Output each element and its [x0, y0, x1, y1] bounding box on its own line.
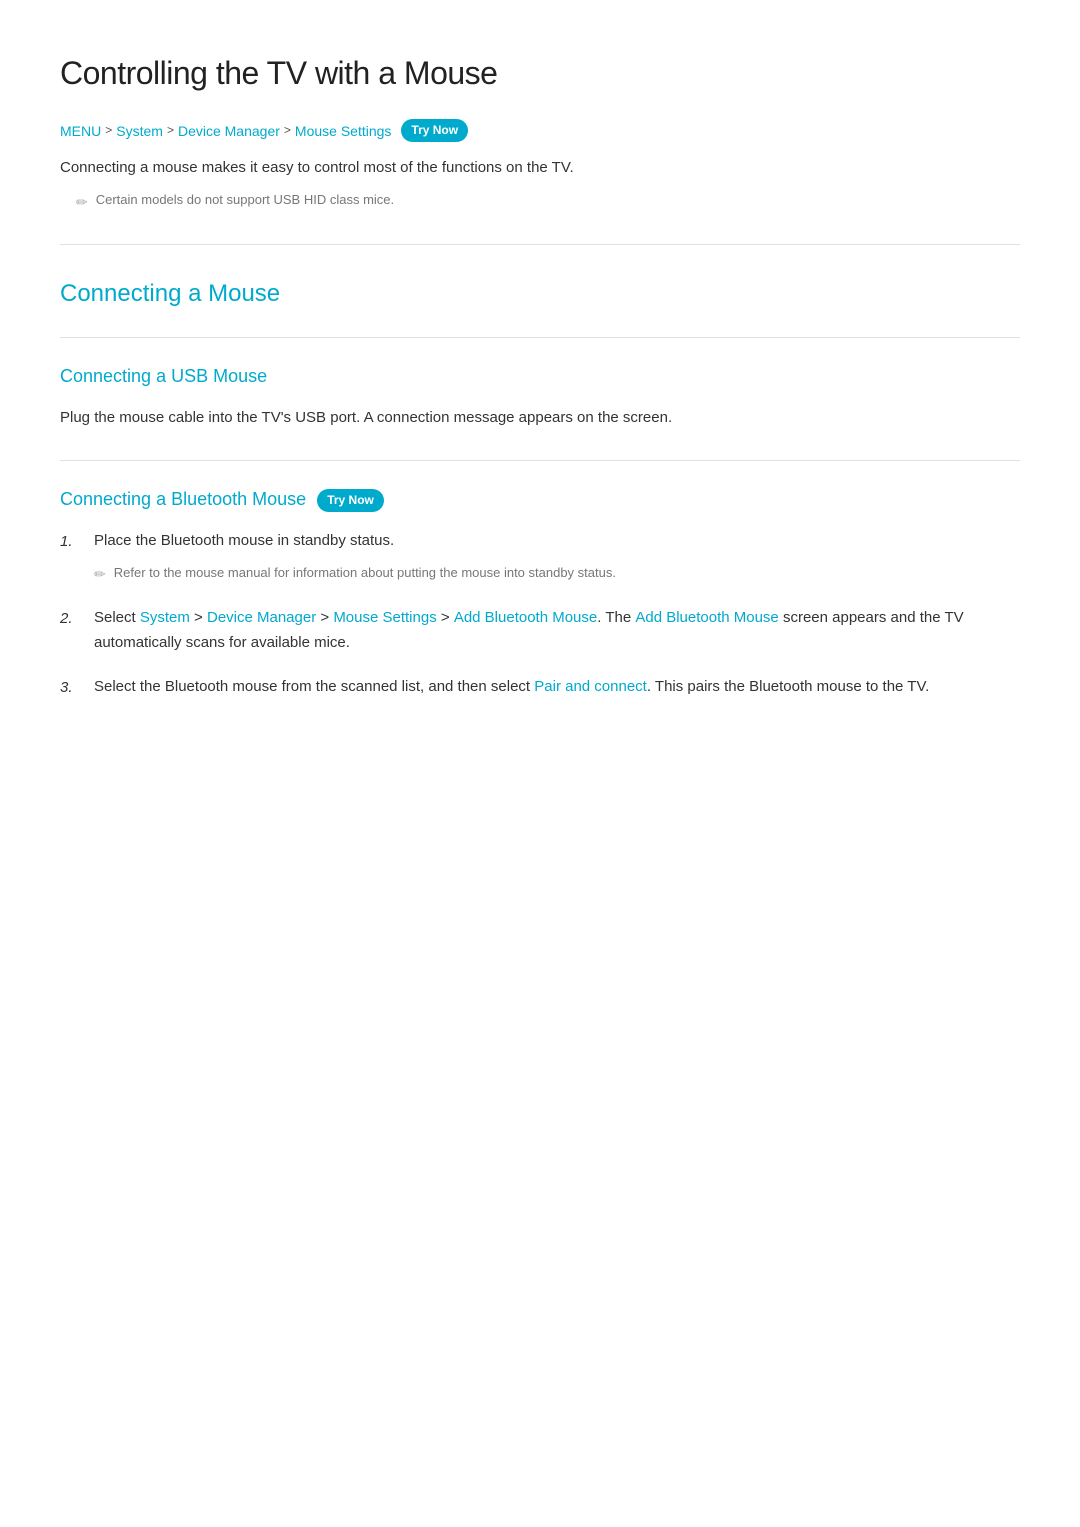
- try-now-badge-header[interactable]: Try Now: [401, 119, 468, 142]
- list-item: Place the Bluetooth mouse in standby sta…: [60, 528, 1020, 586]
- step-1-note-icon: ✏: [94, 563, 106, 587]
- link-device-manager[interactable]: Device Manager: [207, 609, 316, 626]
- bluetooth-steps-list: Place the Bluetooth mouse in standby sta…: [60, 528, 1020, 700]
- step-2-content: Select System > Device Manager > Mouse S…: [94, 605, 1020, 656]
- link-mouse-settings[interactable]: Mouse Settings: [333, 609, 436, 626]
- breadcrumb-device-manager[interactable]: Device Manager: [178, 120, 280, 142]
- breadcrumb-sep-2: >: [167, 121, 174, 140]
- note-icon: ✏: [76, 191, 88, 213]
- list-item: Select System > Device Manager > Mouse S…: [60, 605, 1020, 656]
- step-1-note-text: Refer to the mouse manual for informatio…: [114, 562, 616, 584]
- try-now-badge-bluetooth[interactable]: Try Now: [317, 489, 384, 512]
- breadcrumb: MENU > System > Device Manager > Mouse S…: [60, 119, 1020, 142]
- step-2-text: Select System > Device Manager > Mouse S…: [94, 609, 964, 652]
- subsection-separator-1: [60, 337, 1020, 338]
- intro-note: ✏ Certain models do not support USB HID …: [76, 190, 1020, 213]
- subsection-bluetooth-title: Connecting a Bluetooth Mouse Try Now: [60, 485, 1020, 514]
- step-3-content: Select the Bluetooth mouse from the scan…: [94, 674, 1020, 700]
- usb-mouse-body: Plug the mouse cable into the TV's USB p…: [60, 405, 1020, 431]
- section-connecting-mouse-title: Connecting a Mouse: [60, 275, 1020, 313]
- step-1-content: Place the Bluetooth mouse in standby sta…: [94, 528, 1020, 586]
- breadcrumb-menu[interactable]: MENU: [60, 120, 101, 142]
- breadcrumb-mouse-settings[interactable]: Mouse Settings: [295, 120, 392, 142]
- subsection-bluetooth-mouse: Connecting a Bluetooth Mouse Try Now Pla…: [60, 485, 1020, 700]
- link-add-bluetooth-2[interactable]: Add Bluetooth Mouse: [635, 609, 778, 626]
- link-add-bluetooth[interactable]: Add Bluetooth Mouse: [454, 609, 597, 626]
- subsection-usb-title: Connecting a USB Mouse: [60, 362, 1020, 391]
- breadcrumb-system[interactable]: System: [116, 120, 163, 142]
- step-3-text: Select the Bluetooth mouse from the scan…: [94, 678, 929, 695]
- list-item: Select the Bluetooth mouse from the scan…: [60, 674, 1020, 701]
- intro-note-text: Certain models do not support USB HID cl…: [96, 190, 394, 211]
- breadcrumb-sep-3: >: [284, 121, 291, 140]
- section-divider-1: [60, 244, 1020, 245]
- breadcrumb-sep-1: >: [105, 121, 112, 140]
- page-title: Controlling the TV with a Mouse: [60, 48, 1020, 99]
- subsection-separator-2: [60, 460, 1020, 461]
- step-1-text: Place the Bluetooth mouse in standby sta…: [94, 532, 394, 549]
- link-pair-connect[interactable]: Pair and connect: [534, 678, 647, 695]
- intro-text: Connecting a mouse makes it easy to cont…: [60, 156, 1020, 180]
- step-1-note: ✏ Refer to the mouse manual for informat…: [94, 562, 1020, 587]
- subsection-usb-mouse: Connecting a USB Mouse Plug the mouse ca…: [60, 362, 1020, 430]
- link-system[interactable]: System: [140, 609, 190, 626]
